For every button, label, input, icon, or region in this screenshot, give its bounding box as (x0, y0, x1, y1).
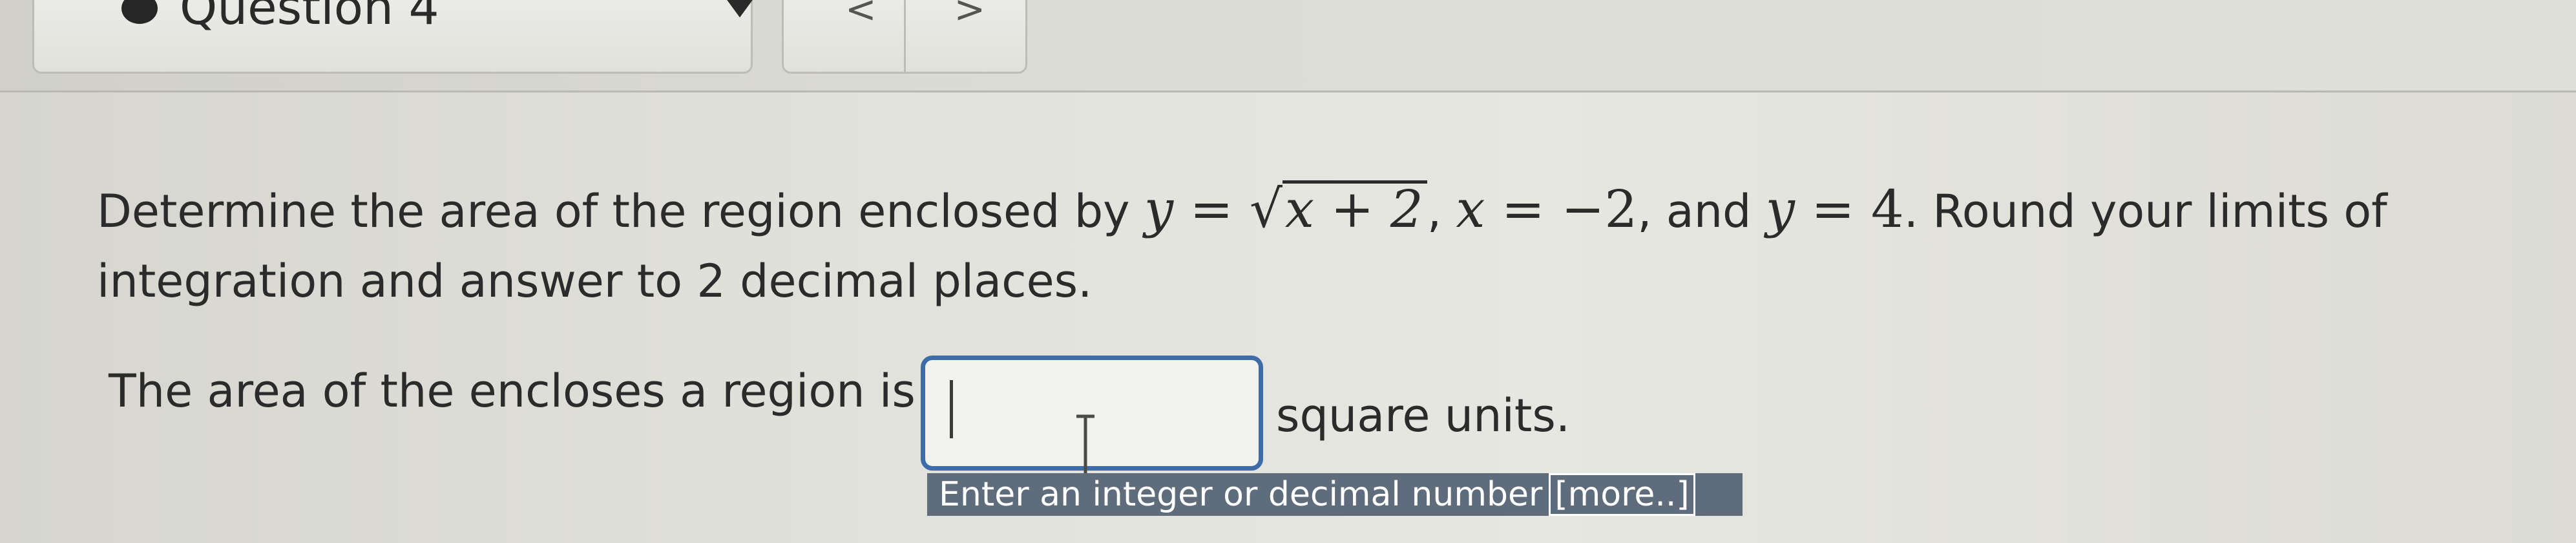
separator-1: , (1427, 185, 1456, 238)
previous-question-button[interactable]: < (784, 0, 906, 72)
bullet-icon (121, 0, 158, 24)
chevron-right-icon: > (954, 0, 986, 31)
eq1-lhs: y (1144, 179, 1174, 239)
equation-horizontal-line: y = 4 (1766, 179, 1904, 239)
question-label: Question 4 (180, 0, 439, 36)
hint-text: Enter an integer or decimal number (939, 475, 1543, 514)
eq3-rhs: 4 (1870, 179, 1904, 239)
more-info-link[interactable]: [more..] (1549, 473, 1695, 516)
separator-2: , and (1637, 185, 1766, 238)
input-hint: Enter an integer or decimal number [more.… (927, 473, 1743, 516)
answer-prompt: The area of the encloses a region is (109, 365, 916, 418)
eq3-sign: = (1794, 179, 1871, 239)
equation-curve: y = √x + 2 (1144, 179, 1427, 239)
eq2-sign: = (1485, 179, 1562, 239)
next-question-button[interactable]: > (906, 0, 1026, 72)
units-label: square units. (1276, 389, 1571, 442)
dropdown-arrow-icon[interactable] (726, 0, 754, 17)
question-nav: < > (782, 0, 1027, 74)
sqrt-symbol-icon: √ (1249, 179, 1283, 239)
question-selector[interactable]: Question 4 (32, 0, 754, 74)
eq2-rhs: −2 (1561, 179, 1638, 239)
problem-statement: Determine the area of the region enclose… (97, 175, 2487, 316)
eq1-sign: = (1173, 179, 1250, 239)
chevron-left-icon: < (845, 0, 877, 31)
text-caret (950, 380, 953, 438)
eq3-lhs: y (1765, 179, 1795, 239)
problem-intro: Determine the area of the region enclose… (97, 185, 1144, 238)
eq2-lhs: x (1456, 179, 1485, 239)
header-divider (0, 90, 2576, 92)
equation-vertical-line: x = −2 (1456, 179, 1637, 239)
radicand: x + 2 (1282, 180, 1427, 235)
